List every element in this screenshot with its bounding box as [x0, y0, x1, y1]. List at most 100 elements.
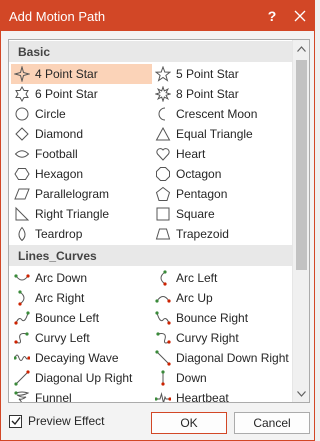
motion-path-item-label: Hexagon [35, 167, 84, 181]
motion-path-item-4-point-star[interactable]: 4 Point Star [11, 64, 152, 84]
motion-path-item-label: 8 Point Star [176, 87, 239, 101]
motion-path-item-pentagon[interactable]: Pentagon [152, 184, 292, 204]
motion-path-item-label: Diagonal Down Right [176, 351, 289, 365]
motion-path-item-label: Heart [176, 147, 206, 161]
motion-path-item-circle[interactable]: Circle [11, 104, 152, 124]
title-bar: Add Motion Path ? [1, 1, 314, 31]
six-point-star-icon [13, 86, 30, 103]
arc-left-icon [154, 270, 171, 287]
motion-path-item-arc-right[interactable]: Arc Right [11, 288, 152, 308]
motion-path-item-label: 5 Point Star [176, 67, 239, 81]
trapezoid-icon [154, 226, 171, 243]
motion-path-item-6-point-star[interactable]: 6 Point Star [11, 84, 152, 104]
motion-path-item-label: 4 Point Star [35, 67, 98, 81]
down-icon [154, 370, 171, 387]
equal-triangle-icon [154, 126, 171, 143]
motion-path-list[interactable]: Basic 4 Point Star 5 Point Star 6 Point Sta… [8, 39, 310, 403]
motion-path-item-label: Curvy Right [176, 331, 239, 345]
motion-path-item-label: Diamond [35, 127, 84, 141]
circle-icon [13, 106, 30, 123]
arc-right-icon [13, 290, 30, 307]
diagonal-down-right-icon [154, 350, 171, 367]
motion-path-item-label: Trapezoid [176, 227, 229, 241]
motion-path-item-label: Arc Down [35, 271, 88, 285]
motion-path-list-content: Basic 4 Point Star 5 Point Star 6 Point Sta… [9, 40, 292, 402]
motion-path-grid: 4 Point Star 5 Point Star 6 Point Star 8 Po… [9, 62, 292, 244]
motion-path-item-label: Parallelogram [35, 187, 110, 201]
curvy-left-icon [13, 330, 30, 347]
pentagon-icon [154, 186, 171, 203]
motion-path-item-label: Teardrop [35, 227, 83, 241]
motion-path-item-teardrop[interactable]: Teardrop [11, 224, 152, 244]
close-button[interactable] [286, 1, 314, 31]
motion-path-item-football[interactable]: Football [11, 144, 152, 164]
motion-path-item-parallelogram[interactable]: Parallelogram [11, 184, 152, 204]
heartbeat-icon [154, 390, 171, 402]
motion-path-item-arc-left[interactable]: Arc Left [152, 268, 292, 288]
motion-path-item-label: Circle [35, 107, 66, 121]
motion-path-item-label: Down [176, 371, 207, 385]
motion-path-item-curvy-left[interactable]: Curvy Left [11, 328, 152, 348]
motion-path-item-8-point-star[interactable]: 8 Point Star [152, 84, 292, 104]
square-icon [154, 206, 171, 223]
preview-effect-label: Preview Effect [28, 414, 105, 428]
motion-path-item-arc-up[interactable]: Arc Up [152, 288, 292, 308]
dialog-title: Add Motion Path [9, 8, 106, 24]
motion-path-item-label: Octagon [176, 167, 222, 181]
motion-path-item-label: Equal Triangle [176, 127, 253, 141]
motion-path-item-curvy-right[interactable]: Curvy Right [152, 328, 292, 348]
scroll-up-button[interactable] [293, 40, 309, 57]
motion-path-item-diagonal-up-right[interactable]: Diagonal Up Right [11, 368, 152, 388]
motion-path-item-label: Pentagon [176, 187, 228, 201]
football-icon [13, 146, 30, 163]
decaying-wave-icon [13, 350, 30, 367]
motion-path-item-hexagon[interactable]: Hexagon [11, 164, 152, 184]
four-point-star-icon [13, 66, 30, 83]
motion-path-item-diagonal-down-right[interactable]: Diagonal Down Right [152, 348, 292, 368]
checkbox-box[interactable] [9, 414, 22, 428]
parallelogram-icon [13, 186, 30, 203]
arc-up-icon [154, 290, 171, 307]
motion-path-item-heart[interactable]: Heart [152, 144, 292, 164]
teardrop-icon [13, 226, 30, 243]
motion-path-item-octagon[interactable]: Octagon [152, 164, 292, 184]
motion-path-item-bounce-left[interactable]: Bounce Left [11, 308, 152, 328]
motion-path-item-label: Right Triangle [35, 207, 110, 221]
cancel-button[interactable]: Cancel [234, 412, 310, 434]
bounce-left-icon [13, 310, 30, 327]
eight-point-star-icon [154, 86, 171, 103]
vertical-scrollbar[interactable] [292, 40, 309, 402]
chevron-up-icon [297, 45, 306, 52]
motion-path-item-heartbeat[interactable]: Heartbeat [152, 388, 292, 402]
bounce-right-icon [154, 310, 171, 327]
motion-path-item-label: Square [176, 207, 215, 221]
motion-path-item-funnel[interactable]: Funnel [11, 388, 152, 402]
motion-path-item-label: Diagonal Up Right [35, 371, 133, 385]
ok-button[interactable]: OK [151, 412, 227, 434]
motion-path-item-trapezoid[interactable]: Trapezoid [152, 224, 292, 244]
motion-path-item-square[interactable]: Square [152, 204, 292, 224]
motion-path-item-label: Crescent Moon [176, 107, 258, 121]
motion-path-item-arc-down[interactable]: Arc Down [11, 268, 152, 288]
motion-path-item-diamond[interactable]: Diamond [11, 124, 152, 144]
right-triangle-icon [13, 206, 30, 223]
octagon-icon [154, 166, 171, 183]
scrollbar-thumb[interactable] [296, 60, 307, 270]
section-header-lines-curves: Lines_Curves [9, 245, 292, 266]
add-motion-path-dialog: Add Motion Path ? Basic 4 Point Star 5 Poi… [0, 0, 315, 441]
motion-path-item-crescent-moon[interactable]: Crescent Moon [152, 104, 292, 124]
motion-path-item-equal-triangle[interactable]: Equal Triangle [152, 124, 292, 144]
five-point-star-icon [154, 66, 171, 83]
help-button[interactable]: ? [258, 1, 286, 31]
motion-path-item-decaying-wave[interactable]: Decaying Wave [11, 348, 152, 368]
motion-path-item-right-triangle[interactable]: Right Triangle [11, 204, 152, 224]
motion-path-item-5-point-star[interactable]: 5 Point Star [152, 64, 292, 84]
scroll-down-button[interactable] [293, 385, 309, 402]
preview-effect-checkbox[interactable]: Preview Effect [9, 414, 104, 428]
motion-path-item-down[interactable]: Down [152, 368, 292, 388]
arc-down-icon [13, 270, 30, 287]
motion-path-item-bounce-right[interactable]: Bounce Right [152, 308, 292, 328]
motion-path-item-label: 6 Point Star [35, 87, 98, 101]
motion-path-item-label: Bounce Left [35, 311, 100, 325]
motion-path-item-label: Curvy Left [35, 331, 90, 345]
